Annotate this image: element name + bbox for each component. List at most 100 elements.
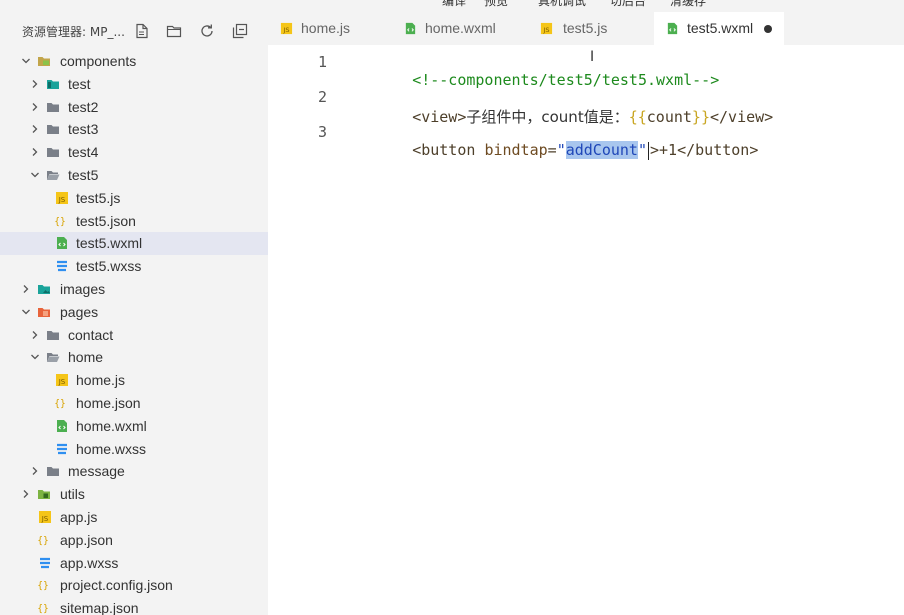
chevron-right-icon <box>32 102 38 111</box>
tree-item-label: utils <box>60 486 85 503</box>
tree-item-test4[interactable]: test4 <box>0 141 268 164</box>
wxml-file-icon <box>57 237 67 250</box>
tab-home-wxml[interactable]: home.wxml <box>392 12 526 45</box>
tree-item-message[interactable]: message <box>0 460 268 483</box>
text-caret <box>648 141 649 160</box>
tree-item-test3[interactable]: test3 <box>0 118 268 141</box>
line-number: 1 <box>318 53 328 71</box>
tree-item-project-config-json[interactable]: {} project.config.json <box>0 574 268 597</box>
tree-item-contact[interactable]: contact <box>0 324 268 347</box>
tree-item-test2[interactable]: test2 <box>0 96 268 119</box>
tree-item-app-js[interactable]: JS app.js <box>0 506 268 529</box>
code-attribute: bindtap <box>484 141 548 159</box>
tree-item-test5[interactable]: test5 <box>0 164 268 187</box>
explorer-sidebar: 资源管理器: MP_... components test test2 test… <box>0 12 268 615</box>
js-file-icon: JS <box>39 510 51 523</box>
code-editor[interactable]: I 1 <!--components/test5/test5.wxml--> 2… <box>268 45 904 615</box>
preview-button[interactable]: 预览 <box>484 0 508 9</box>
js-file-icon: JS <box>540 22 553 34</box>
tree-item-label: app.json <box>60 531 113 548</box>
tree-item-utils[interactable]: utils <box>0 483 268 506</box>
svg-text:JS: JS <box>41 515 49 523</box>
tree-item-label: home.js <box>76 372 126 389</box>
tree-item-test5-wxml[interactable]: test5.wxml <box>0 232 268 256</box>
line-number: 2 <box>318 88 328 106</box>
tree-item-home-wxss[interactable]: home.wxss <box>0 438 268 461</box>
tree-item-components[interactable]: components <box>0 50 268 73</box>
background-button[interactable]: 切后台 <box>610 0 646 9</box>
tree-item-label: sitemap.json <box>60 600 139 615</box>
tree-item-pages[interactable]: pages <box>0 301 268 324</box>
code-equals: = <box>547 141 557 159</box>
selected-text: addCount <box>565 141 638 159</box>
chevron-right-icon <box>23 490 29 499</box>
svg-text:JS: JS <box>58 378 66 386</box>
tree-item-images[interactable]: images <box>0 278 268 301</box>
tree-item-label: test4 <box>68 144 99 161</box>
tree-item-label: home.wxml <box>76 417 147 434</box>
folder-open-icon <box>47 353 60 363</box>
svg-text:{}: {} <box>37 581 49 592</box>
tree-item-test5-wxss[interactable]: test5.wxss <box>0 255 268 278</box>
js-file-icon: JS <box>56 191 68 204</box>
tree-item-label: home <box>68 349 104 366</box>
chevron-down-icon <box>22 309 30 315</box>
code-tag: <button <box>412 141 485 159</box>
explorer-title: 资源管理器: MP_... <box>22 25 125 39</box>
tree-item-label: app.js <box>60 508 98 525</box>
top-toolbar: 编译 预览 真机调试 切后台 清缓存 <box>0 0 904 12</box>
json-file-icon: {} <box>54 398 66 409</box>
json-file-icon: {} <box>37 581 49 592</box>
editor-tab-bar: JS home.js home.wxml JS test5.js test5.w… <box>268 12 904 45</box>
tab-label: test5.wxml <box>687 20 754 36</box>
pages-folder-icon <box>38 307 50 317</box>
tree-item-app-wxss[interactable]: app.wxss <box>0 552 268 575</box>
new-file-icon[interactable] <box>134 23 150 39</box>
chevron-right-icon <box>32 467 38 476</box>
tree-item-label: test2 <box>68 98 99 115</box>
tree-item-home-json[interactable]: {} home.json <box>0 392 268 415</box>
tree-item-home[interactable]: home <box>0 346 268 369</box>
tree-item-label: message <box>68 463 125 480</box>
real-device-debug-button[interactable]: 真机调试 <box>538 0 586 9</box>
folder-icon <box>47 125 59 135</box>
chevron-down-icon <box>22 58 30 64</box>
unsaved-indicator-icon[interactable] <box>764 25 772 33</box>
collapse-all-icon[interactable] <box>232 23 248 39</box>
code-line-3[interactable]: <button bindtap="addCount" >+1</button> <box>358 123 758 178</box>
js-file-icon: JS <box>280 22 293 34</box>
tree-item-label: test3 <box>68 121 99 138</box>
test-folder-icon <box>47 79 59 89</box>
clear-cache-button[interactable]: 清缓存 <box>670 0 706 9</box>
tab-test5-wxml[interactable]: test5.wxml <box>654 12 784 45</box>
tree-item-sitemap-json[interactable]: {} sitemap.json <box>0 597 268 615</box>
wxss-file-icon <box>57 443 67 454</box>
tab-home-js[interactable]: JS home.js <box>268 12 390 45</box>
tree-item-home-wxml[interactable]: home.wxml <box>0 415 268 438</box>
json-file-icon: {} <box>37 535 49 546</box>
new-folder-icon[interactable] <box>166 23 182 39</box>
compile-button[interactable]: 编译 <box>442 0 466 9</box>
folder-icon <box>47 330 59 340</box>
tree-item-label: test5 <box>68 166 99 183</box>
chevron-right-icon <box>32 330 38 339</box>
tree-item-test5-js[interactable]: JS test5.js <box>0 187 268 210</box>
tree-item-home-js[interactable]: JS home.js <box>0 369 268 392</box>
tree-item-label: test <box>68 75 91 92</box>
folder-open-icon <box>47 170 60 180</box>
tree-item-app-json[interactable]: {} app.json <box>0 529 268 552</box>
tree-item-test5-json[interactable]: {} test5.json <box>0 210 268 233</box>
utils-folder-icon <box>38 490 50 500</box>
tree-item-label: test5.wxml <box>76 235 143 252</box>
tab-test5-js[interactable]: JS test5.js <box>528 12 652 45</box>
code-tag: >+1</button> <box>650 141 759 159</box>
file-tree: components test test2 test3 test4 test5 … <box>0 50 268 615</box>
tree-item-label: pages <box>60 303 99 320</box>
svg-text:{}: {} <box>37 535 49 546</box>
code-quote: " <box>637 141 647 159</box>
tree-item-label: components <box>60 53 137 69</box>
chevron-right-icon <box>23 285 29 293</box>
line-number: 3 <box>318 123 328 141</box>
refresh-icon[interactable] <box>199 23 215 39</box>
tree-item-test[interactable]: test <box>0 73 268 96</box>
